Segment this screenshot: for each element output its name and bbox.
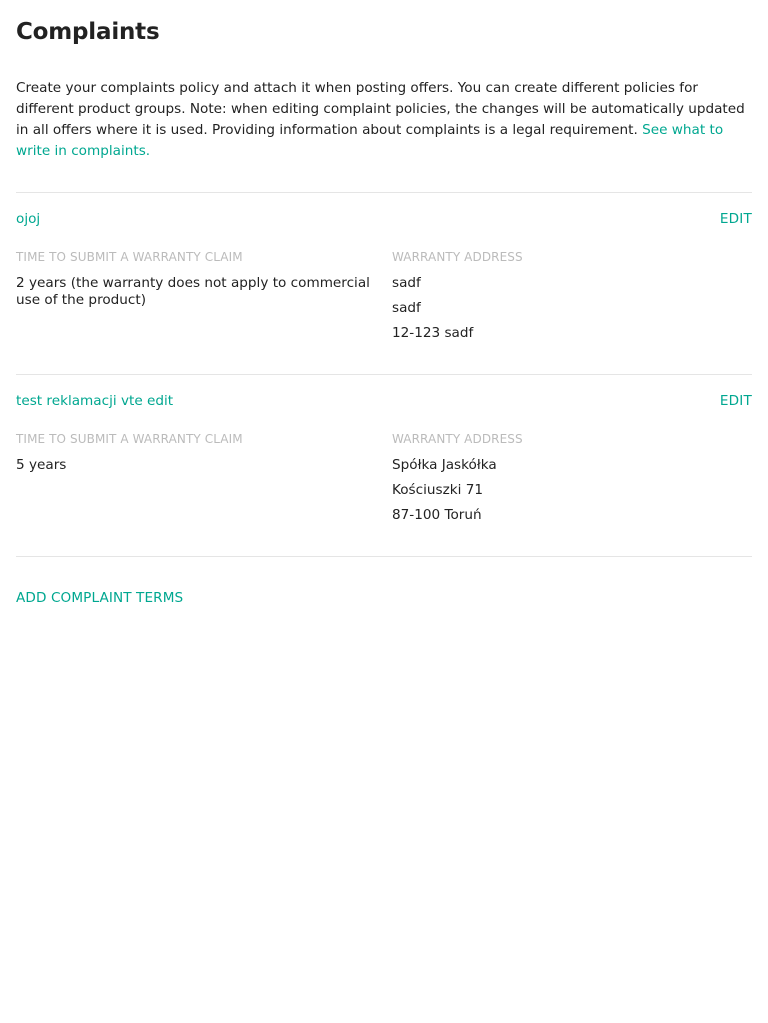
warranty-address-label: WARRANTY ADDRESS [392, 432, 523, 446]
add-complaint-terms-button[interactable]: ADD COMPLAINT TERMS [16, 588, 183, 608]
edit-button[interactable]: EDIT [720, 391, 752, 411]
policy-card: ojoj EDIT TIME TO SUBMIT A WARRANTY CLAI… [16, 209, 752, 359]
divider [16, 374, 752, 375]
warranty-address: sadf sadf 12-123 sadf [392, 271, 752, 346]
edit-button[interactable]: EDIT [720, 209, 752, 229]
address-line: Spółka Jaskółka [392, 457, 497, 473]
policy-name-link[interactable]: test reklamacji vte edit [16, 391, 173, 411]
divider [16, 556, 752, 557]
warranty-address-label: WARRANTY ADDRESS [392, 250, 523, 264]
warranty-address-column: WARRANTY ADDRESS sadf sadf 12-123 sadf [392, 249, 752, 346]
policy-card: test reklamacji vte edit EDIT TIME TO SU… [16, 391, 752, 541]
policy-name-link[interactable]: ojoj [16, 209, 40, 229]
warranty-address-column: WARRANTY ADDRESS Spółka Jaskółka Kościus… [392, 431, 752, 528]
address-line: Kościuszki 71 [392, 482, 483, 498]
address-line: sadf [392, 300, 421, 316]
warranty-time-column: TIME TO SUBMIT A WARRANTY CLAIM 5 years [16, 431, 372, 474]
warranty-address: Spółka Jaskółka Kościuszki 71 87-100 Tor… [392, 453, 752, 528]
intro-text: Create your complaints policy and attach… [16, 80, 745, 138]
page-title: Complaints [16, 19, 160, 45]
warranty-time-label: TIME TO SUBMIT A WARRANTY CLAIM [16, 432, 243, 446]
intro-paragraph: Create your complaints policy and attach… [16, 78, 752, 162]
warranty-time-column: TIME TO SUBMIT A WARRANTY CLAIM 2 years … [16, 249, 372, 309]
warranty-time-label: TIME TO SUBMIT A WARRANTY CLAIM [16, 250, 243, 264]
warranty-time-value: 2 years (the warranty does not apply to … [16, 275, 370, 308]
warranty-time-value: 5 years [16, 457, 67, 473]
address-line: 87-100 Toruń [392, 507, 482, 523]
address-line: 12-123 sadf [392, 325, 474, 341]
address-line: sadf [392, 275, 421, 291]
divider [16, 192, 752, 193]
